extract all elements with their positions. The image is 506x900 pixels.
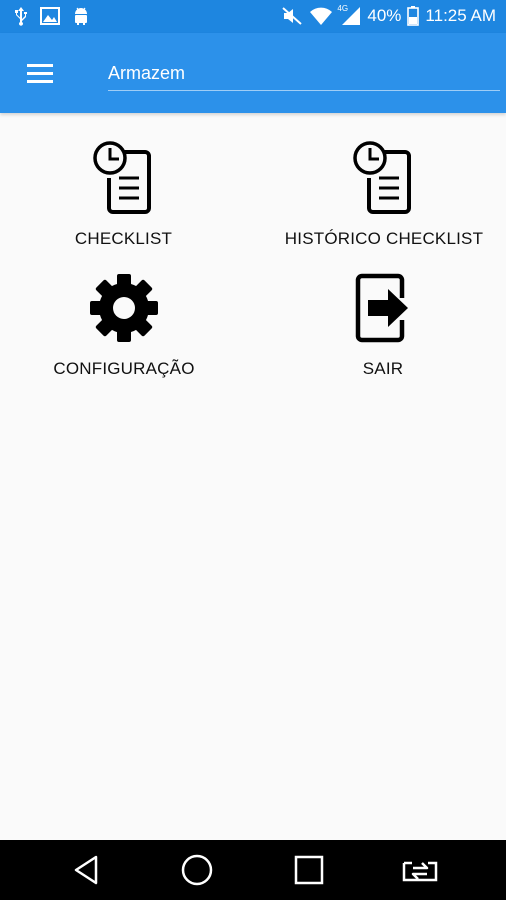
gear-icon xyxy=(88,272,160,349)
home-icon[interactable] xyxy=(177,852,217,888)
mute-icon xyxy=(281,6,303,26)
wifi-icon xyxy=(309,6,333,26)
signal-4g-icon: 4G xyxy=(337,4,361,26)
checklist-history-tile[interactable]: HISTÓRICO CHECKLIST xyxy=(278,138,490,249)
status-bar: 4G 40% 11:25 AM xyxy=(0,0,506,33)
recents-icon[interactable] xyxy=(289,852,329,888)
settings-tile[interactable]: CONFIGURAÇÃO xyxy=(48,272,200,379)
hamburger-menu-icon[interactable] xyxy=(20,55,60,91)
image-icon xyxy=(40,7,60,25)
battery-percent: 40% xyxy=(367,6,402,25)
checklist-history-label: HISTÓRICO CHECKLIST xyxy=(284,229,484,248)
settings-label: CONFIGURAÇÃO xyxy=(53,359,195,378)
checklist-label: CHECKLIST xyxy=(74,229,173,248)
usb-icon xyxy=(14,6,28,26)
navigation-bar xyxy=(0,840,506,900)
warehouse-input[interactable] xyxy=(108,59,500,87)
battery-icon xyxy=(407,6,420,26)
checklist-history-icon xyxy=(353,138,415,219)
checklist-clock-icon xyxy=(92,138,155,219)
exit-icon xyxy=(352,272,414,349)
back-icon[interactable] xyxy=(66,852,106,888)
exit-label: SAIR xyxy=(362,359,404,378)
android-icon xyxy=(72,6,90,26)
app-bar xyxy=(0,33,506,113)
warehouse-field[interactable] xyxy=(108,59,500,91)
switch-app-icon[interactable] xyxy=(400,852,440,888)
exit-tile[interactable]: SAIR xyxy=(335,272,431,379)
checklist-tile[interactable]: CHECKLIST xyxy=(52,138,195,249)
clock: 11:25 AM xyxy=(425,6,496,25)
